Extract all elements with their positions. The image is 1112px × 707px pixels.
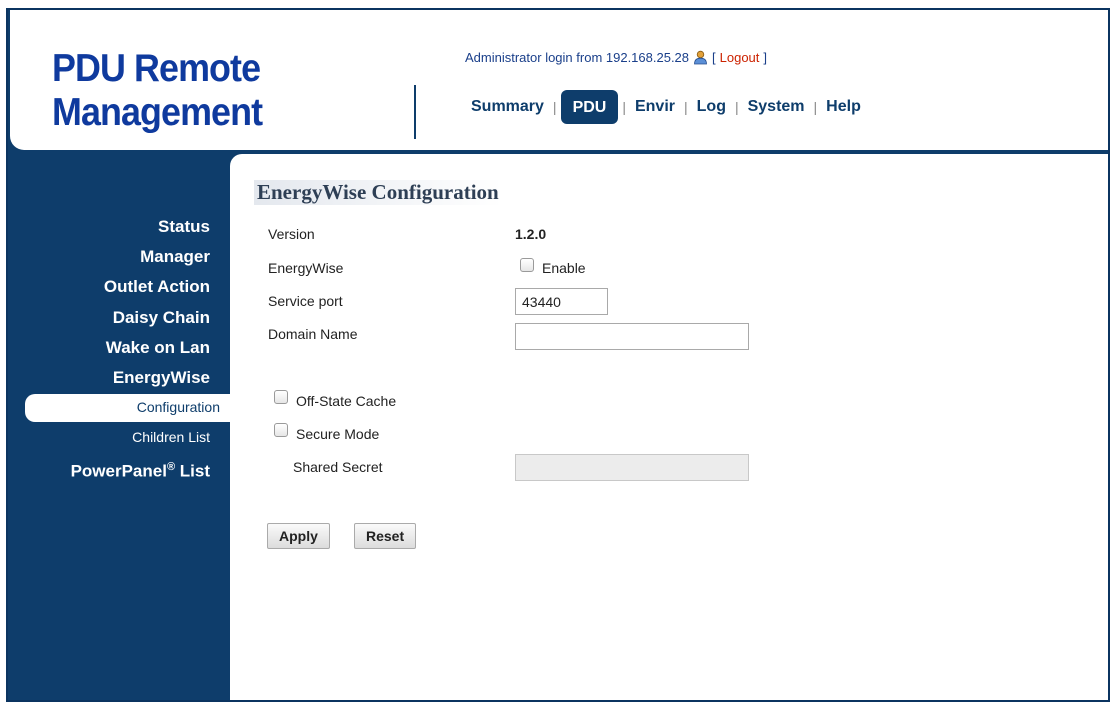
- admin-login-info: Administrator login from 192.168.25.28 […: [465, 50, 767, 65]
- registered-mark: ®: [166, 461, 176, 473]
- domain-name-input[interactable]: [515, 323, 749, 350]
- off-state-cache-checkbox[interactable]: [274, 390, 288, 404]
- admin-login-text: Administrator login from 192.168.25.28: [465, 50, 690, 65]
- shared-secret-label: Shared Secret: [293, 459, 383, 475]
- enable-checkbox[interactable]: [520, 258, 534, 272]
- apply-button[interactable]: Apply: [267, 523, 330, 549]
- version-value: 1.2.0: [515, 226, 547, 242]
- off-state-cache-label: Off-State Cache: [296, 393, 397, 409]
- version-label: Version: [268, 226, 315, 242]
- sidebar-item-daisy-chain[interactable]: Daisy Chain: [113, 308, 210, 328]
- powerpanel-label: PowerPanel: [70, 461, 167, 481]
- nav-system[interactable]: System: [739, 92, 814, 122]
- sidebar-item-status[interactable]: Status: [158, 217, 210, 237]
- sidebar-item-wake-on-lan[interactable]: Wake on Lan: [106, 338, 210, 358]
- header-divider: [414, 85, 416, 139]
- service-port-label: Service port: [268, 293, 343, 309]
- sidebar-subitem-configuration-label: Configuration: [136, 399, 220, 415]
- brand-line-2: Management: [52, 91, 263, 134]
- secure-mode-checkbox[interactable]: [274, 423, 288, 437]
- top-nav: Summary | PDU | Envir | Log | System | H…: [462, 90, 870, 124]
- nav-help[interactable]: Help: [817, 92, 870, 122]
- sidebar-item-outlet-action[interactable]: Outlet Action: [104, 277, 210, 297]
- sidebar-subitem-configuration[interactable]: Configuration: [25, 394, 240, 422]
- sidebar-item-manager[interactable]: Manager: [140, 247, 210, 267]
- powerpanel-suffix: List: [175, 461, 210, 481]
- header: PDU Remote Management Administrator logi…: [10, 10, 1108, 150]
- sidebar: Status Manager Outlet Action Daisy Chain…: [10, 150, 240, 700]
- domain-name-label: Domain Name: [268, 326, 358, 342]
- reset-button[interactable]: Reset: [354, 523, 417, 549]
- energywise-label: EnergyWise: [268, 260, 344, 276]
- secure-mode-label: Secure Mode: [296, 426, 380, 442]
- nav-envir[interactable]: Envir: [626, 92, 684, 122]
- main-content: EnergyWise Configuration Version 1.2.0 E…: [230, 154, 1108, 700]
- page-title: EnergyWise Configuration: [254, 180, 502, 205]
- brand-line-1: PDU Remote: [52, 47, 261, 90]
- nav-summary[interactable]: Summary: [462, 92, 553, 122]
- sidebar-subitem-children-list[interactable]: Children List: [132, 429, 210, 445]
- user-icon: [693, 50, 708, 65]
- logout-bracket-open: [: [712, 50, 716, 65]
- sidebar-item-powerpanel-list[interactable]: PowerPanel® List: [71, 461, 210, 482]
- shared-secret-input: [515, 454, 749, 481]
- logout-bracket-close: ]: [763, 50, 768, 65]
- nav-separator: |: [552, 99, 557, 115]
- sidebar-item-energywise[interactable]: EnergyWise: [113, 368, 210, 388]
- enable-label: Enable: [542, 260, 586, 276]
- nav-pdu[interactable]: PDU: [560, 90, 619, 124]
- logout-link[interactable]: Logout: [720, 50, 760, 65]
- service-port-input[interactable]: [515, 288, 608, 315]
- nav-log[interactable]: Log: [688, 92, 735, 122]
- brand-logo: PDU Remote Management: [52, 47, 346, 135]
